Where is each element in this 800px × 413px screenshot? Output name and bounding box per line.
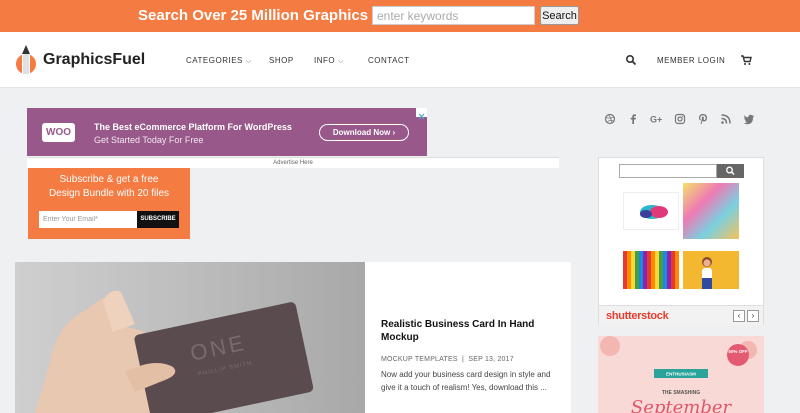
subscribe-button[interactable]: SUBSCRIBE	[137, 211, 179, 228]
nav-categories-label: CATEGORIES	[186, 56, 243, 65]
pinterest-icon[interactable]	[697, 113, 709, 125]
next-arrow-button[interactable]: ›	[747, 310, 759, 322]
dribbble-icon[interactable]	[604, 113, 616, 125]
chevron-right-icon: ›	[392, 128, 396, 137]
ad-close-icon	[418, 113, 425, 120]
ad2-month-text: September	[630, 397, 732, 413]
meta-separator: |	[462, 356, 465, 363]
nav-shop[interactable]: SHOP	[269, 56, 294, 65]
pencil-logo-icon	[16, 45, 36, 74]
ad-subtitle: Get Started Today For Free	[94, 135, 204, 145]
post-meta: MOCKUP TEMPLATES | SEP 13, 2017	[381, 356, 514, 363]
post-category[interactable]: MOCKUP TEMPLATES	[381, 356, 458, 363]
woman-photo-image	[702, 257, 712, 289]
ad2-subtitle: THE SMASHING	[661, 390, 701, 396]
member-login-link[interactable]: MEMBER LOGIN	[657, 56, 725, 65]
post-title[interactable]: Realistic Business Card In Hand Mockup	[381, 318, 556, 344]
post-thumbnail[interactable]: ONE PHILLIP SMITH	[15, 262, 365, 413]
keyword-search-input[interactable]	[372, 6, 535, 25]
subscribe-box: Subscribe & get a free Design Bundle wit…	[28, 168, 190, 239]
cart-icon[interactable]	[740, 54, 752, 66]
post-date: SEP 13, 2017	[468, 356, 514, 363]
business-card-hand-image: ONE PHILLIP SMITH	[35, 290, 314, 413]
site-header: GraphicsFuel CATEGORIES ⌵ SHOP INFO ⌵ CONT…	[0, 32, 800, 88]
post-excerpt: Now add your business card design in sty…	[381, 370, 551, 392]
post-card: ONE PHILLIP SMITH Realistic Business Car…	[15, 262, 571, 413]
subscribe-line-2: Design Bundle with 20 files	[48, 188, 170, 199]
sidebar-search-button[interactable]	[717, 164, 744, 178]
email-field[interactable]	[39, 211, 137, 228]
search-icon	[726, 166, 735, 176]
paint-splash-image	[640, 205, 668, 219]
chevron-down-icon: ⌵	[245, 58, 252, 65]
enthusiasm-ribbon: ENTHUSIASM	[666, 372, 696, 377]
download-now-label: Download Now	[332, 128, 391, 137]
twitter-icon[interactable]	[743, 113, 755, 125]
search-button[interactable]: Search	[540, 6, 579, 25]
shutterstock-widget: shutterstock ‹ ›	[598, 157, 764, 325]
google-plus-icon[interactable]: G+	[650, 113, 662, 125]
thumbnail-paint-splash[interactable]	[623, 192, 679, 230]
ad-title: The Best eCommerce Platform For WordPres…	[94, 122, 292, 132]
search-icon[interactable]	[625, 54, 637, 66]
thumbnail-color-pencils[interactable]	[623, 251, 679, 289]
nav-info[interactable]: INFO ⌵	[314, 56, 344, 66]
nav-contact[interactable]: CONTACT	[368, 56, 410, 65]
chevron-down-icon: ⌵	[338, 58, 344, 65]
thumbnail-woman-yellow[interactable]	[683, 251, 739, 289]
thumbnail-color-powder[interactable]	[683, 183, 739, 239]
smashing-september-ad[interactable]: 50% OFF ENTHUSIASM THE SMASHING Septembe…	[598, 336, 764, 413]
svg-text:G+: G+	[650, 115, 662, 125]
ad-choices-icon[interactable]	[416, 108, 427, 120]
facebook-icon[interactable]	[627, 113, 639, 125]
nav-categories[interactable]: CATEGORIES ⌵	[186, 56, 252, 66]
instagram-icon[interactable]	[674, 113, 686, 125]
subscribe-line-1: Subscribe & get a free	[59, 174, 159, 185]
advertise-here-link[interactable]: Advertise Here	[27, 157, 559, 168]
download-now-button[interactable]: Download Now ›	[319, 124, 409, 141]
nav-info-label: INFO	[314, 56, 336, 65]
shutterstock-logo[interactable]: shutterstock	[606, 310, 669, 322]
discount-badge: 50% OFF	[728, 349, 748, 354]
sidebar-search-input[interactable]	[619, 164, 717, 178]
subscribe-text: Subscribe & get a free Design Bundle wit…	[28, 173, 190, 201]
prev-arrow-button[interactable]: ‹	[733, 310, 745, 322]
top-search-banner: Search Over 25 Million Graphics Search	[0, 0, 800, 32]
woocommerce-ad-banner[interactable]: WOO The Best eCommerce Platform For Word…	[27, 108, 427, 156]
site-logo[interactable]: GraphicsFuel	[15, 42, 145, 78]
logo-text: GraphicsFuel	[43, 51, 146, 68]
banner-headline: Search Over 25 Million Graphics	[138, 7, 369, 24]
rss-icon[interactable]	[720, 113, 732, 125]
shutterstock-bar: shutterstock ‹ ›	[599, 305, 763, 325]
woo-logo: WOO	[42, 123, 75, 142]
